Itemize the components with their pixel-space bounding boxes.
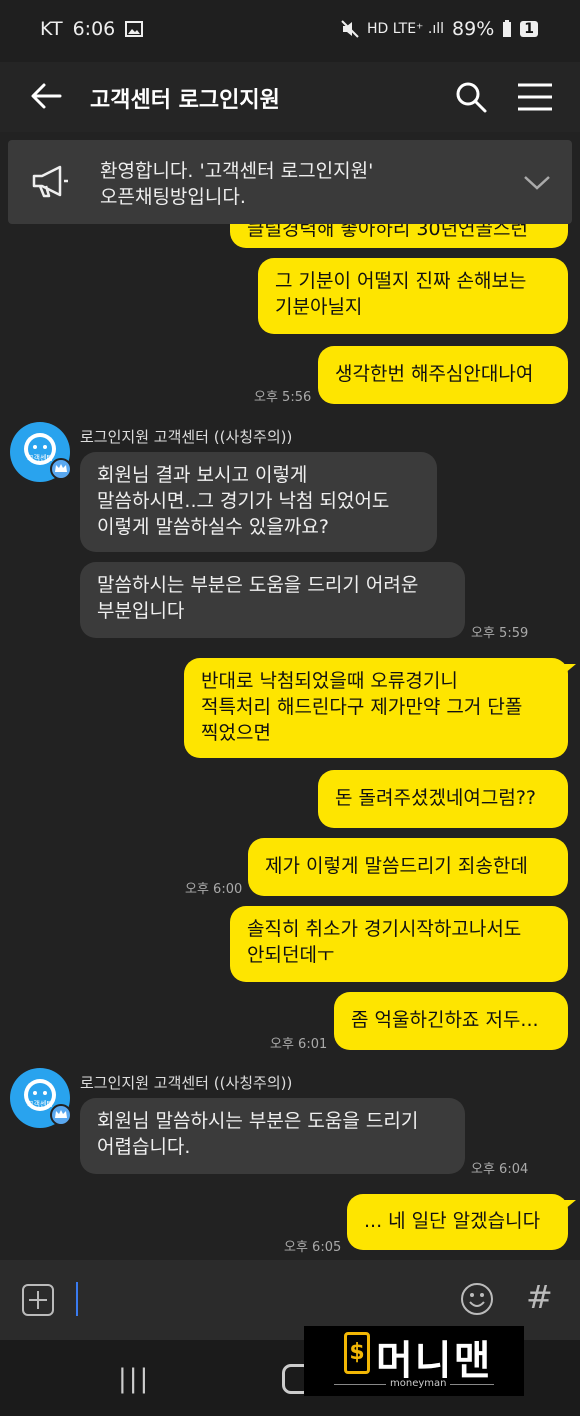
clock: 6:06 bbox=[72, 18, 116, 40]
chat-title: 고객센터 로그인지원 bbox=[90, 88, 280, 113]
crown-badge-icon bbox=[50, 458, 72, 480]
carrier-label: KT bbox=[40, 18, 63, 40]
hashtag-search-icon[interactable]: # bbox=[526, 1278, 553, 1316]
notice-banner[interactable]: 환영합니다. '고객센터 로그인지원' 오픈채팅방입니다. bbox=[8, 140, 572, 224]
my-message-bubble[interactable]: 그 기분이 어떨지 진짜 손해보는 기분아닐지 bbox=[258, 258, 568, 334]
watermark-logo: $ 머니맨 moneyman bbox=[304, 1326, 524, 1396]
search-icon[interactable] bbox=[454, 80, 488, 114]
my-message-bubble[interactable]: ... 네 일단 알겠습니다 bbox=[347, 1194, 568, 1250]
emoji-icon[interactable] bbox=[460, 1282, 494, 1316]
their-message-bubble[interactable]: 회원님 결과 보시고 이렇게 말씀하시면..그 경기가 낙첨 되었어도 이렇게 … bbox=[80, 452, 437, 552]
message-time: 오후 5:59 bbox=[471, 626, 529, 641]
battery-icon bbox=[503, 20, 512, 37]
mute-icon bbox=[341, 20, 359, 38]
notice-text: 환영합니다. '고객센터 로그인지원' 오픈채팅방입니다. bbox=[100, 160, 374, 208]
status-bar: KT 6:06 HD LTE⁺ .ıll 89% 1 bbox=[0, 0, 580, 62]
battery-percent: 89% bbox=[452, 18, 495, 40]
image-notification-icon bbox=[125, 21, 144, 37]
network-indicator: HD LTE⁺ .ıll bbox=[367, 21, 445, 37]
app-bar: 고객센터 로그인지원 bbox=[0, 62, 580, 132]
sim-badge: 1 bbox=[520, 21, 538, 37]
add-attachment-button[interactable] bbox=[22, 1284, 54, 1316]
sender-name: 로그인지원 고객센터 ((사칭주의)) bbox=[80, 428, 293, 446]
crown-badge-icon bbox=[50, 1104, 72, 1126]
message-time: 오후 6:01 bbox=[270, 1037, 328, 1052]
back-arrow-icon[interactable] bbox=[28, 78, 64, 114]
my-message-bubble[interactable]: 제가 이렇게 말씀드리기 죄송한데 bbox=[248, 838, 568, 896]
chat-area[interactable]: 환영합니다. '고객센터 로그인지원' 오픈채팅방입니다. 클럴경력해 좋아하리… bbox=[0, 132, 580, 1260]
their-message-bubble[interactable]: 말씀하시는 부분은 도움을 드리기 어려운 부분입니다 bbox=[80, 562, 465, 638]
chevron-down-icon[interactable] bbox=[522, 170, 552, 194]
message-time: 오후 6:05 bbox=[284, 1240, 342, 1255]
my-message-bubble[interactable]: 반대로 낙첨되었을때 오류경기니 적특처리 해드린다구 제가만약 그거 단폴 찍… bbox=[184, 658, 568, 758]
my-message-bubble[interactable]: 솔직히 취소가 경기시작하고나서도 안되던데ㅜ bbox=[230, 906, 568, 982]
my-message-bubble[interactable]: 생각한번 해주심안대나여 bbox=[318, 346, 568, 404]
plus-icon bbox=[29, 1291, 47, 1309]
dollar-coin-icon: $ bbox=[344, 1332, 370, 1374]
my-message-bubble[interactable]: 좀 억울하긴하죠 저두... bbox=[334, 992, 568, 1050]
message-time: 오후 5:56 bbox=[254, 390, 312, 405]
megaphone-icon bbox=[32, 165, 68, 198]
recent-apps-icon[interactable]: ||| bbox=[118, 1364, 150, 1394]
message-time: 오후 6:00 bbox=[185, 882, 243, 897]
watermark-sub: moneyman bbox=[386, 1378, 451, 1389]
my-message-bubble[interactable]: 돈 돌려주셨겠네여그럼?? bbox=[318, 770, 568, 828]
sender-name: 로그인지원 고객센터 ((사칭주의)) bbox=[80, 1074, 293, 1092]
their-message-bubble[interactable]: 회원님 말씀하시는 부분은 도움을 드리기 어렵습니다. bbox=[80, 1098, 465, 1174]
message-input[interactable] bbox=[76, 1282, 78, 1316]
menu-icon[interactable] bbox=[516, 80, 554, 114]
message-time: 오후 6:04 bbox=[471, 1162, 529, 1177]
